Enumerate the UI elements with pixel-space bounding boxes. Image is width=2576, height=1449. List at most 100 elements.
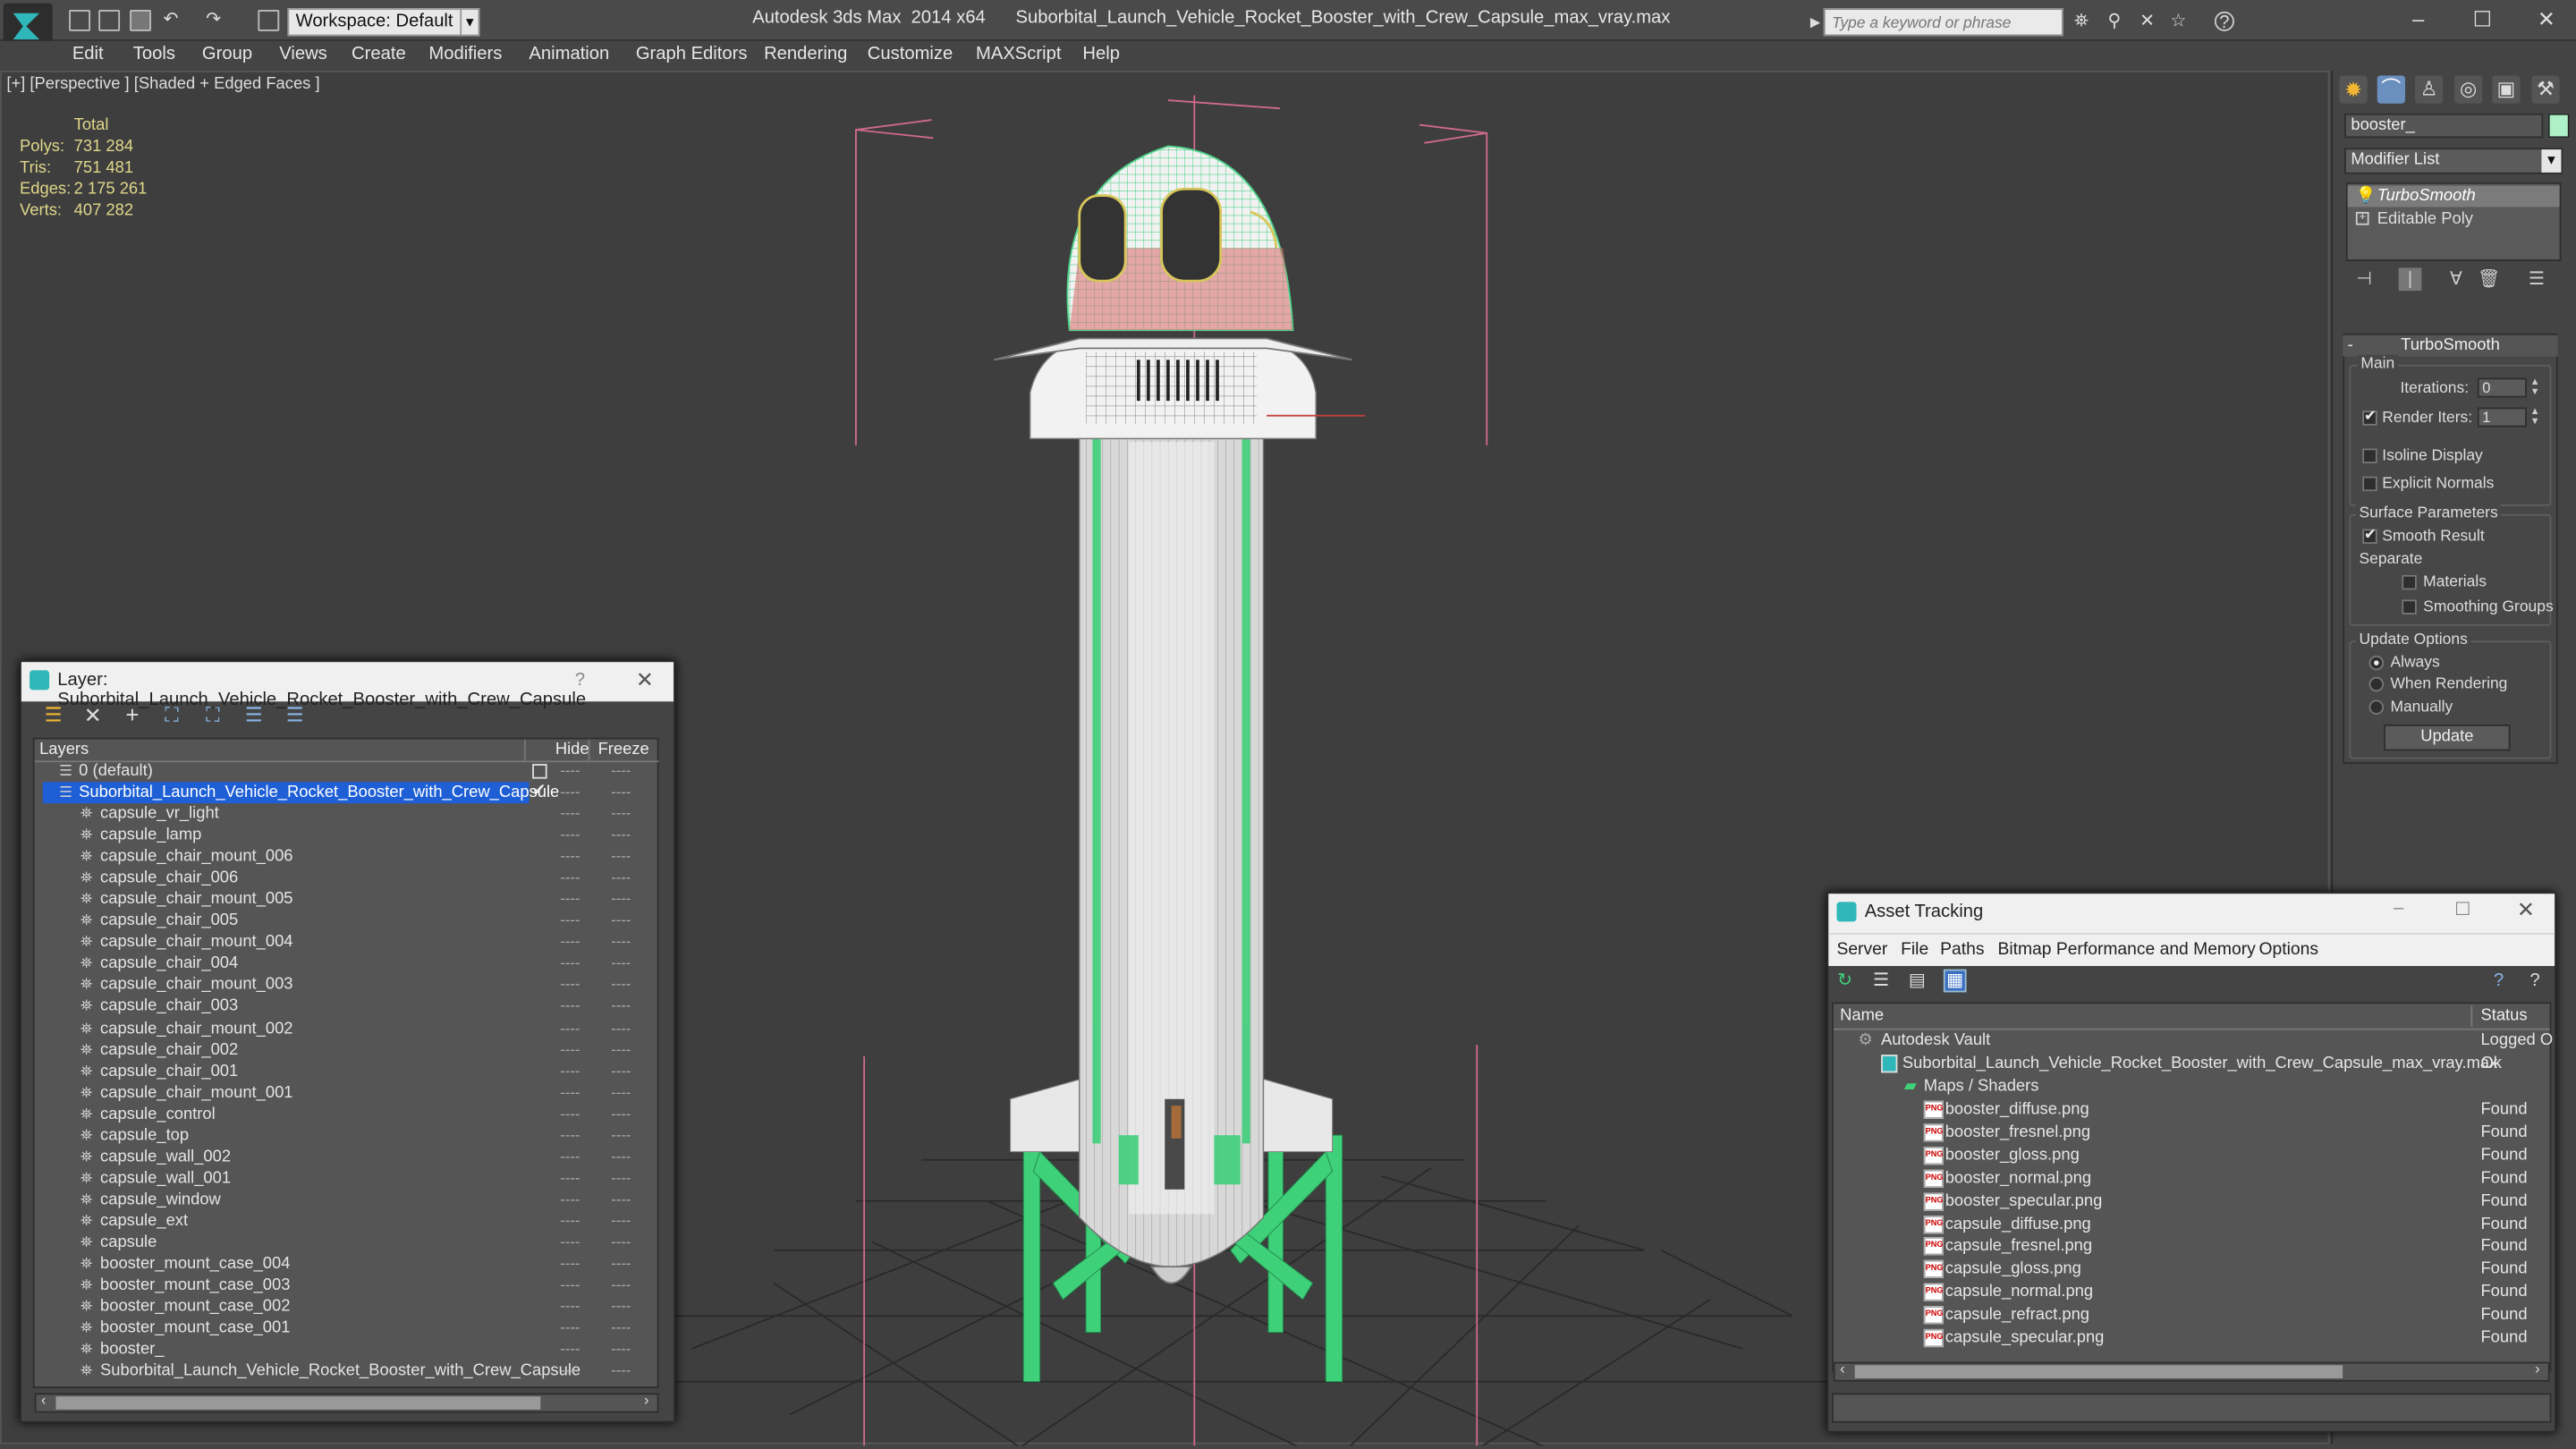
layer-object-row[interactable]: ⛯ capsule_lamp ---- ----	[36, 825, 657, 846]
freeze-toggle[interactable]: ----	[611, 975, 631, 996]
freeze-toggle[interactable]: ----	[611, 953, 631, 975]
lightbulb-icon[interactable]: 💡	[2356, 186, 2377, 208]
freeze-toggle[interactable]: ----	[611, 1339, 631, 1360]
freeze-toggle[interactable]: ----	[611, 825, 631, 846]
binoculars-icon[interactable]: ⛯	[2072, 12, 2091, 31]
freeze-toggle[interactable]: ----	[611, 1018, 631, 1039]
asset-map-row[interactable]: PNG capsule_refract.png Found	[1834, 1305, 2550, 1328]
close-icon[interactable]: ✕	[2517, 897, 2535, 923]
hide-toggle[interactable]: ----	[560, 868, 580, 889]
subscription-icon[interactable]: ⚲	[2105, 12, 2124, 31]
materials-checkbox[interactable]	[2402, 574, 2417, 590]
smooth-result-checkbox[interactable]	[2362, 526, 2377, 544]
hide-toggle[interactable]: ----	[560, 911, 580, 932]
delete-layer-icon[interactable]: ✕	[82, 705, 104, 726]
hide-toggle[interactable]: ----	[560, 1339, 580, 1360]
layer-object-row[interactable]: ⛯ capsule ---- ----	[36, 1233, 657, 1254]
iterations-spinner[interactable]: 0	[2477, 377, 2527, 398]
layer-object-row[interactable]: ⛯ booster_mount_case_002 ---- ----	[36, 1296, 657, 1318]
smoothing-groups-checkbox[interactable]	[2402, 599, 2417, 614]
freeze-toggle[interactable]: ----	[611, 1360, 631, 1382]
help-button[interactable]: ?	[575, 670, 585, 690]
layer-object-row[interactable]: ⛯ capsule_vr_light ---- ----	[36, 803, 657, 825]
hide-toggle[interactable]: ----	[560, 1125, 580, 1147]
freeze-toggle[interactable]: ----	[611, 1296, 631, 1318]
menu-tools[interactable]: Tools	[133, 45, 175, 64]
hide-toggle[interactable]: ----	[560, 1039, 580, 1061]
layer-object-row[interactable]: ⛯ capsule_chair_mount_005 ---- ----	[36, 889, 657, 911]
render-iters-checkbox[interactable]	[2362, 408, 2377, 426]
freeze-toggle[interactable]: ----	[611, 846, 631, 868]
scroll-thumb[interactable]	[1854, 1365, 2343, 1379]
hide-toggle[interactable]: ----	[560, 1104, 580, 1125]
freeze-toggle[interactable]: ----	[611, 803, 631, 825]
minimize-button[interactable]: –	[2394, 899, 2403, 919]
menu-animation[interactable]: Animation	[529, 45, 609, 64]
menu-help[interactable]: Help	[1082, 45, 1120, 64]
layer-object-row[interactable]: ⛯ capsule_control ---- ----	[36, 1104, 657, 1125]
hide-toggle[interactable]: ----	[560, 953, 580, 975]
hide-toggle[interactable]: ----	[560, 1296, 580, 1318]
menu-graph-editors[interactable]: Graph Editors	[636, 45, 748, 64]
layer-object-row[interactable]: ⛯ capsule_chair_mount_002 ---- ----	[36, 1018, 657, 1039]
communication-center-icon[interactable]: ✕	[2138, 12, 2157, 31]
column-status[interactable]: Status	[2480, 1005, 2527, 1027]
workspace-dropdown[interactable]: Workspace: Default ▼	[287, 8, 480, 37]
minimize-button[interactable]: –	[2402, 6, 2435, 32]
asset-map-row[interactable]: PNG booster_fresnel.png Found	[1834, 1122, 2550, 1145]
layer-row-active[interactable]: ☰ Suborbital_Launch_Vehicle_Rocket_Boost…	[36, 782, 657, 804]
menu-create[interactable]: Create	[352, 45, 406, 64]
motion-tab-icon[interactable]: ◎	[2454, 75, 2483, 104]
scroll-right-icon[interactable]: ›	[2535, 1360, 2540, 1377]
list-view-icon[interactable]: ☰	[1871, 971, 1891, 991]
object-color-swatch[interactable]	[2547, 113, 2570, 139]
render-iters-spinner[interactable]: 1	[2477, 407, 2527, 428]
layer-row-default[interactable]: ☰ 0 (default) ---- ----	[36, 760, 657, 782]
layer-object-row[interactable]: ⛯ capsule_chair_006 ---- ----	[36, 868, 657, 889]
select-objects-icon[interactable]: ⛶	[161, 704, 182, 726]
create-tab-icon[interactable]: ✹	[2339, 75, 2368, 104]
layer-object-row[interactable]: ⛯ capsule_chair_003 ---- ----	[36, 996, 657, 1018]
project-folder-icon[interactable]	[258, 10, 280, 31]
table-view-icon[interactable]: ▦	[1943, 969, 1967, 993]
hide-toggle[interactable]: ----	[560, 1190, 580, 1211]
layer-object-row[interactable]: ⛯ booster_mount_case_001 ---- ----	[36, 1318, 657, 1339]
column-layers[interactable]: Layers	[39, 739, 526, 761]
hide-toggle[interactable]: ----	[560, 1275, 580, 1296]
expand-plus-icon[interactable]: +	[2355, 211, 2369, 225]
manually-radio[interactable]	[2368, 699, 2385, 715]
utilities-tab-icon[interactable]: ⚒	[2531, 75, 2560, 104]
hide-toggle[interactable]: ----	[560, 932, 580, 953]
hide-toggle[interactable]: ----	[560, 1147, 580, 1168]
hide-toggle[interactable]: ----	[560, 1360, 580, 1382]
layer-object-row[interactable]: ⛯ capsule_chair_mount_006 ---- ----	[36, 846, 657, 868]
freeze-toggle[interactable]: ----	[611, 1318, 631, 1339]
hide-toggle[interactable]: ----	[560, 825, 580, 846]
column-freeze[interactable]: Freeze	[598, 740, 649, 761]
layer-object-row[interactable]: ⛯ capsule_ext ---- ----	[36, 1211, 657, 1233]
layer-object-row[interactable]: ⛯ capsule_wall_002 ---- ----	[36, 1147, 657, 1168]
stack-item-turbosmooth[interactable]: 💡 TurboSmooth	[2347, 185, 2560, 208]
stack-item-editable-poly[interactable]: + Editable Poly	[2348, 208, 2560, 230]
asset-map-row[interactable]: PNG capsule_fresnel.png Found	[1834, 1236, 2550, 1259]
hide-toggle[interactable]: ----	[560, 1254, 580, 1275]
asset-map-row[interactable]: PNG capsule_diffuse.png Found	[1834, 1213, 2550, 1236]
layer-horizontal-scrollbar[interactable]: ‹ ›	[34, 1392, 659, 1413]
favorites-star-icon[interactable]: ☆	[2168, 12, 2188, 31]
hide-toggle[interactable]: ----	[560, 1233, 580, 1254]
asset-horizontal-scrollbar[interactable]: ‹ ›	[1833, 1360, 2550, 1382]
freeze-toggle[interactable]: ----	[611, 1190, 631, 1211]
context-help-icon[interactable]: ?	[2525, 971, 2545, 991]
asset-menu-bitmap[interactable]: Bitmap Performance and Memory	[1997, 940, 2255, 960]
hide-toggle[interactable]: ----	[560, 1018, 580, 1039]
asset-map-row[interactable]: PNG capsule_specular.png Found	[1834, 1327, 2550, 1351]
maximize-button[interactable]: ☐	[2454, 899, 2470, 920]
freeze-toggle[interactable]: ----	[611, 1211, 631, 1233]
when-rendering-radio[interactable]	[2368, 676, 2385, 692]
freeze-toggle[interactable]: ----	[611, 1275, 631, 1296]
layer-object-row[interactable]: ⛯ capsule_chair_mount_003 ---- ----	[36, 975, 657, 996]
hide-toggle[interactable]: ----	[560, 803, 580, 825]
refresh-icon[interactable]: ↻	[1835, 971, 1855, 991]
menu-group[interactable]: Group	[202, 45, 252, 64]
asset-path-field[interactable]	[1831, 1393, 2552, 1423]
